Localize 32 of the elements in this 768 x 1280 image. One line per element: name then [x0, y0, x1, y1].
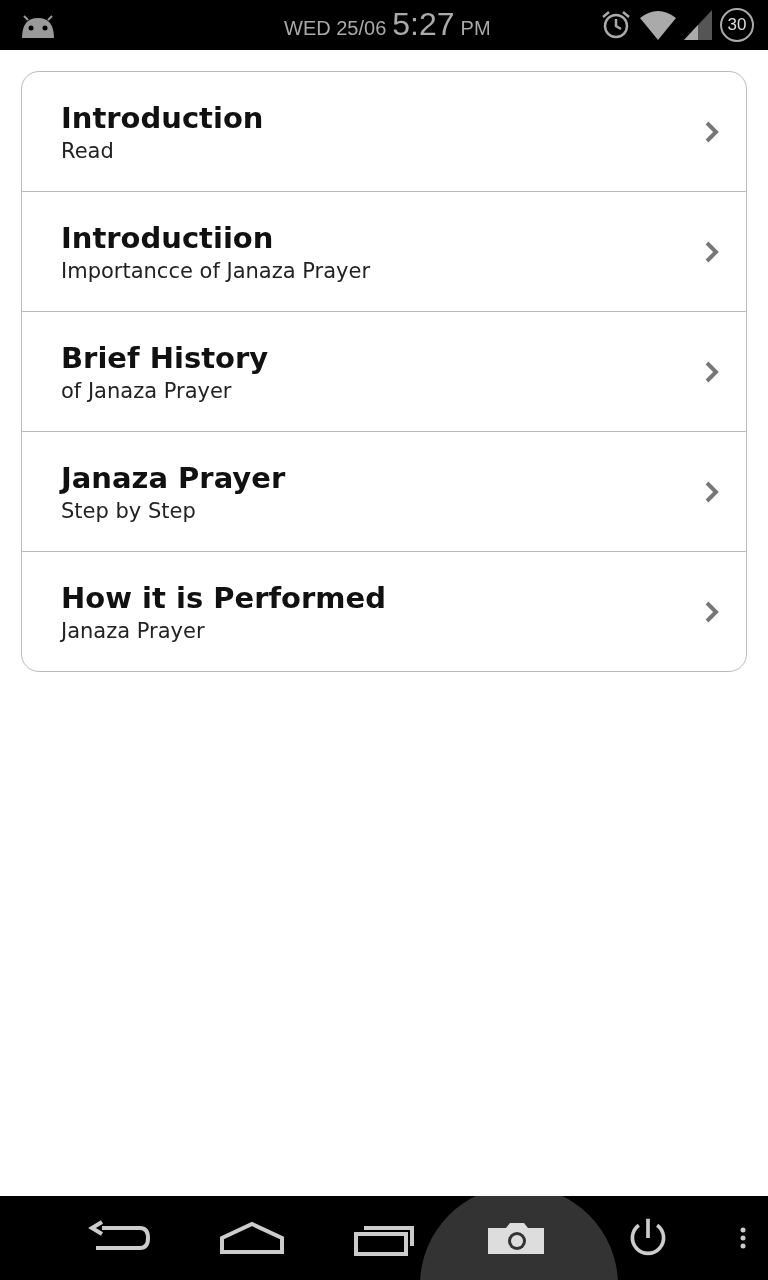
item-title: Introductiion [61, 220, 275, 255]
chevron-icon [704, 479, 720, 504]
item-title: Introduction [61, 100, 265, 135]
menu-item[interactable]: Janaza Prayer Step by Step [22, 431, 746, 551]
item-title: Brief History [61, 340, 270, 375]
item-title: Janaza Prayer [61, 460, 287, 495]
menu-item[interactable]: How it is Performed Janaza Prayer [22, 551, 746, 671]
item-title: How it is Performed [61, 580, 387, 615]
item-subtitle: Step by Step [61, 498, 197, 523]
item-subtitle: Importancce of Janaza Prayer [61, 258, 372, 283]
chevron-icon [704, 119, 720, 144]
battery-level: 30 [720, 8, 754, 42]
alarm-icon [600, 9, 632, 41]
status-date: WED 25/06 [284, 17, 387, 40]
menu-item[interactable]: Introductiion Importancce of Janaza Prayer [22, 191, 746, 311]
status-time: 5:27 [392, 6, 455, 43]
status-ampm: PM [460, 17, 491, 40]
menu-item[interactable]: Introduction Read [22, 72, 746, 191]
menu-button[interactable] [740, 1227, 746, 1249]
item-subtitle: Janaza Prayer [61, 618, 206, 643]
home-icon [218, 1220, 286, 1256]
wifi-icon [640, 10, 676, 40]
android-icon [20, 12, 56, 38]
overflow-menu-icon [740, 1227, 746, 1249]
menu-item[interactable]: Brief History of Janaza Prayer [22, 311, 746, 431]
chevron-icon [704, 599, 720, 624]
item-subtitle: Read [61, 138, 115, 163]
home-button[interactable] [218, 1220, 286, 1256]
chevron-icon [704, 239, 720, 264]
chevron-icon [704, 359, 720, 384]
signal-icon [684, 10, 712, 40]
item-subtitle: of Janaza Prayer [61, 378, 233, 403]
